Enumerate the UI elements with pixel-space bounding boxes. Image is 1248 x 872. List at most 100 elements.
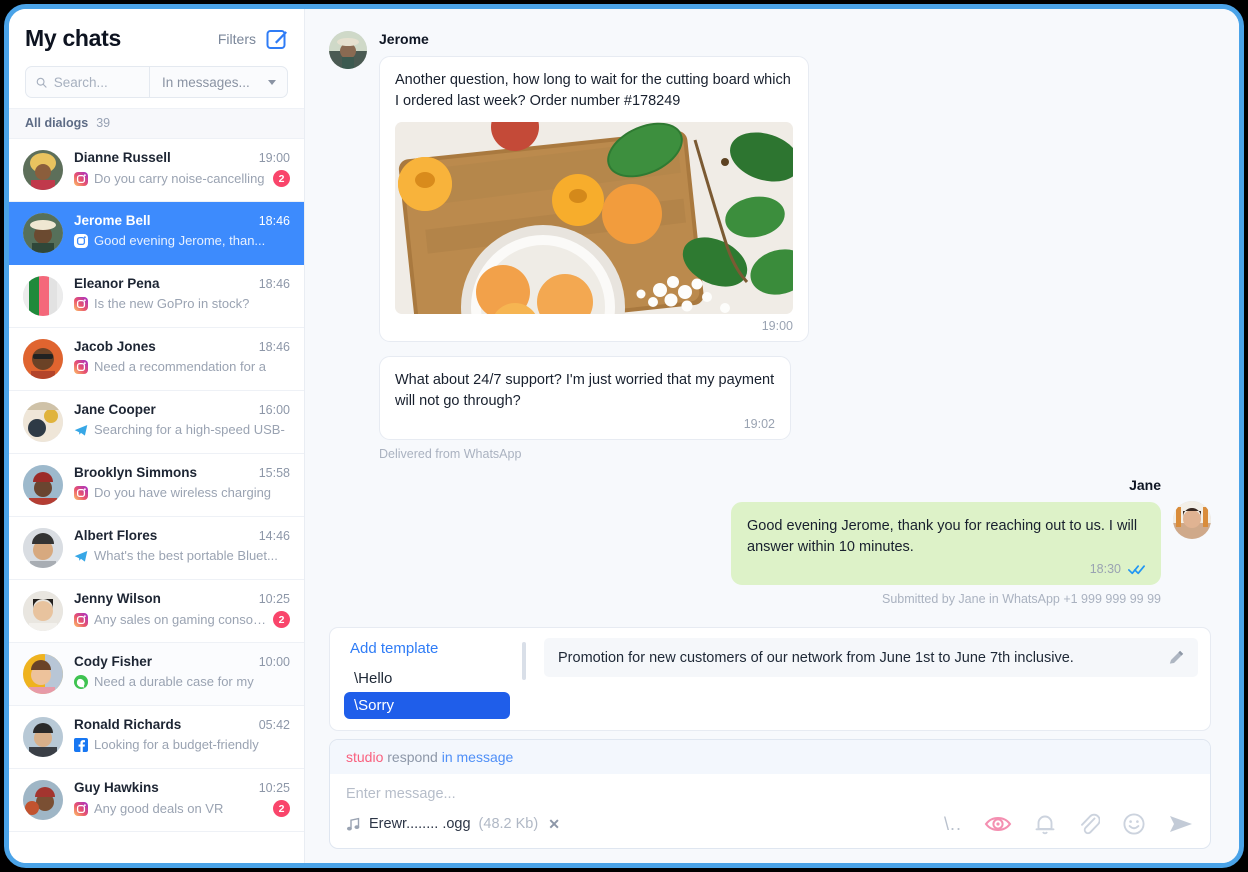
- chat-item-name: Brooklyn Simmons: [74, 465, 198, 480]
- avatar: [23, 213, 63, 253]
- telegram-icon: [74, 424, 88, 436]
- chat-list-item[interactable]: Jacob Jones 18:46 Need a recommendation fo…: [9, 328, 304, 391]
- search-scope-select[interactable]: In messages...: [150, 67, 287, 97]
- message-image[interactable]: [395, 122, 793, 315]
- chat-list-item[interactable]: Dianne Russell 19:00 Do you carry noise-ca…: [9, 139, 304, 202]
- eye-icon[interactable]: [984, 813, 1012, 835]
- double-check-icon: [1128, 565, 1145, 575]
- chat-item-name: Jane Cooper: [74, 402, 156, 417]
- message-meta: 18:30: [747, 562, 1145, 576]
- outgoing-delivery-status: Submitted by Jane in WhatsApp +1 999 999…: [881, 592, 1161, 607]
- instagram-icon: [74, 233, 88, 248]
- template-shortcut-button[interactable]: \..: [944, 814, 962, 835]
- templates-panel: Add template \Hello \Sorry Promotion for…: [329, 627, 1211, 731]
- avatar: [23, 150, 63, 190]
- attachment-size: (48.2 Kb): [478, 816, 539, 832]
- tag-account[interactable]: studio: [346, 749, 383, 765]
- emoji-icon[interactable]: [1122, 812, 1146, 836]
- avatar: [23, 591, 63, 631]
- message-time: 19:00: [761, 319, 793, 334]
- tag-channel[interactable]: in message: [442, 749, 514, 765]
- chat-item-time: 10:25: [258, 592, 290, 606]
- instagram-icon: [74, 296, 88, 311]
- chat-list-item[interactable]: Jenny Wilson 10:25 Any sales on gaming con…: [9, 580, 304, 643]
- filters-button[interactable]: Filters: [218, 31, 256, 47]
- chat-list-item[interactable]: Albert Flores 14:46 What's the best portab…: [9, 517, 304, 580]
- chat-item-preview: Need a recommendation for a: [94, 359, 266, 374]
- sidebar-header: My chats Filters: [9, 9, 304, 60]
- message-meta: 19:02: [395, 417, 775, 431]
- template-item-hello[interactable]: \Hello: [344, 665, 510, 692]
- conversation-panel: Jerome Another question, how long to wai…: [305, 9, 1239, 863]
- chat-item-time: 18:46: [258, 277, 290, 291]
- template-preview: Promotion for new customers of our netwo…: [526, 628, 1210, 730]
- search-input[interactable]: [53, 74, 139, 90]
- chat-item-name: Albert Flores: [74, 528, 158, 543]
- message-text: What about 24/7 support? I'm just worrie…: [395, 372, 775, 410]
- chat-item-name: Jacob Jones: [74, 339, 156, 354]
- avatar: [23, 339, 63, 379]
- chat-list-item[interactable]: Jerome Bell 18:46 Good evening Jerome, tha…: [9, 202, 304, 265]
- chat-list-item[interactable]: Eleanor Pena 18:46 Is the new GoPro in sto…: [9, 265, 304, 328]
- chat-item-time: 14:46: [258, 529, 290, 543]
- message-time: 18:30: [1089, 562, 1121, 577]
- facebook-icon: [74, 737, 88, 752]
- app-window: My chats Filters In messages... All dial…: [9, 9, 1239, 863]
- chat-item-name: Jenny Wilson: [74, 591, 161, 606]
- chat-item-name: Eleanor Pena: [74, 276, 160, 291]
- chat-item-name: Ronald Richards: [74, 717, 182, 732]
- chat-list-item[interactable]: Jane Cooper 16:00 Searching for a high-spe…: [9, 391, 304, 454]
- chat-item-preview: Is the new GoPro in stock?: [94, 296, 250, 311]
- incoming-message-group: Jerome Another question, how long to wai…: [329, 31, 1211, 461]
- message-input[interactable]: Enter message...: [330, 774, 1210, 806]
- chat-item-time: 15:58: [258, 466, 290, 480]
- chat-list-item[interactable]: Guy Hawkins 10:25 Any good deals on VR 2: [9, 769, 304, 832]
- avatar: [1173, 500, 1211, 539]
- outgoing-column: Jane Good evening Jerome, thank you for …: [731, 477, 1161, 606]
- chat-list-item[interactable]: Cody Fisher 10:00 Need a durable case for …: [9, 643, 304, 706]
- instagram-icon: [74, 171, 88, 186]
- avatar: [23, 402, 63, 442]
- chat-list-item[interactable]: Brooklyn Simmons 15:58 Do you have wireles…: [9, 454, 304, 517]
- pencil-icon[interactable]: [1167, 648, 1186, 667]
- instagram-icon: [74, 359, 88, 374]
- chat-item-preview: Looking for a budget-friendly: [94, 737, 259, 752]
- remove-attachment-button[interactable]: ✕: [548, 816, 560, 833]
- all-dialogs-label: All dialogs: [25, 116, 89, 130]
- message-sender-name: Jane: [1129, 476, 1161, 493]
- chat-item-time: 10:00: [258, 655, 290, 669]
- all-dialogs-row[interactable]: All dialogs 39: [9, 108, 304, 139]
- search-icon: [36, 77, 47, 88]
- avatar: [23, 528, 63, 568]
- paperclip-icon[interactable]: [1078, 812, 1100, 836]
- chat-item-preview: Need a durable case for my: [94, 674, 254, 689]
- chat-item-time: 18:46: [258, 340, 290, 354]
- message-time: 19:02: [743, 416, 775, 431]
- instagram-icon: [74, 801, 88, 816]
- avatar: [23, 465, 63, 505]
- message-text: Good evening Jerome, thank you for reach…: [747, 517, 1138, 555]
- template-item-sorry[interactable]: \Sorry: [344, 692, 510, 719]
- chat-list-item[interactable]: Ronald Richards 05:42 Looking for a budget…: [9, 706, 304, 769]
- chat-item-name: Guy Hawkins: [74, 780, 159, 795]
- all-dialogs-count: 39: [96, 116, 111, 130]
- template-preview-text: Promotion for new customers of our netwo…: [558, 649, 1074, 666]
- instagram-icon: [74, 612, 88, 627]
- chat-item-preview: Any sales on gaming consoles: [94, 612, 267, 627]
- chat-item-name: Jerome Bell: [74, 213, 151, 228]
- bell-icon[interactable]: [1034, 813, 1056, 836]
- tag-action: respond: [387, 749, 438, 765]
- unread-badge: 2: [273, 800, 290, 817]
- compose-pencil-icon[interactable]: [266, 28, 288, 50]
- message-meta: 19:00: [395, 319, 793, 333]
- chat-item-preview: Good evening Jerome, than...: [94, 233, 266, 248]
- chat-item-preview: Any good deals on VR: [94, 801, 224, 816]
- chat-item-preview: Do you have wireless charging: [94, 485, 272, 500]
- add-template-button[interactable]: Add template: [350, 640, 510, 657]
- avatar: [329, 31, 367, 69]
- templates-list: Add template \Hello \Sorry: [330, 628, 522, 730]
- message-bubble: What about 24/7 support? I'm just worrie…: [379, 356, 791, 440]
- search-field-wrap[interactable]: [26, 67, 150, 97]
- composer-context-tags: studio respond in message: [330, 740, 1210, 774]
- send-icon[interactable]: [1168, 813, 1194, 835]
